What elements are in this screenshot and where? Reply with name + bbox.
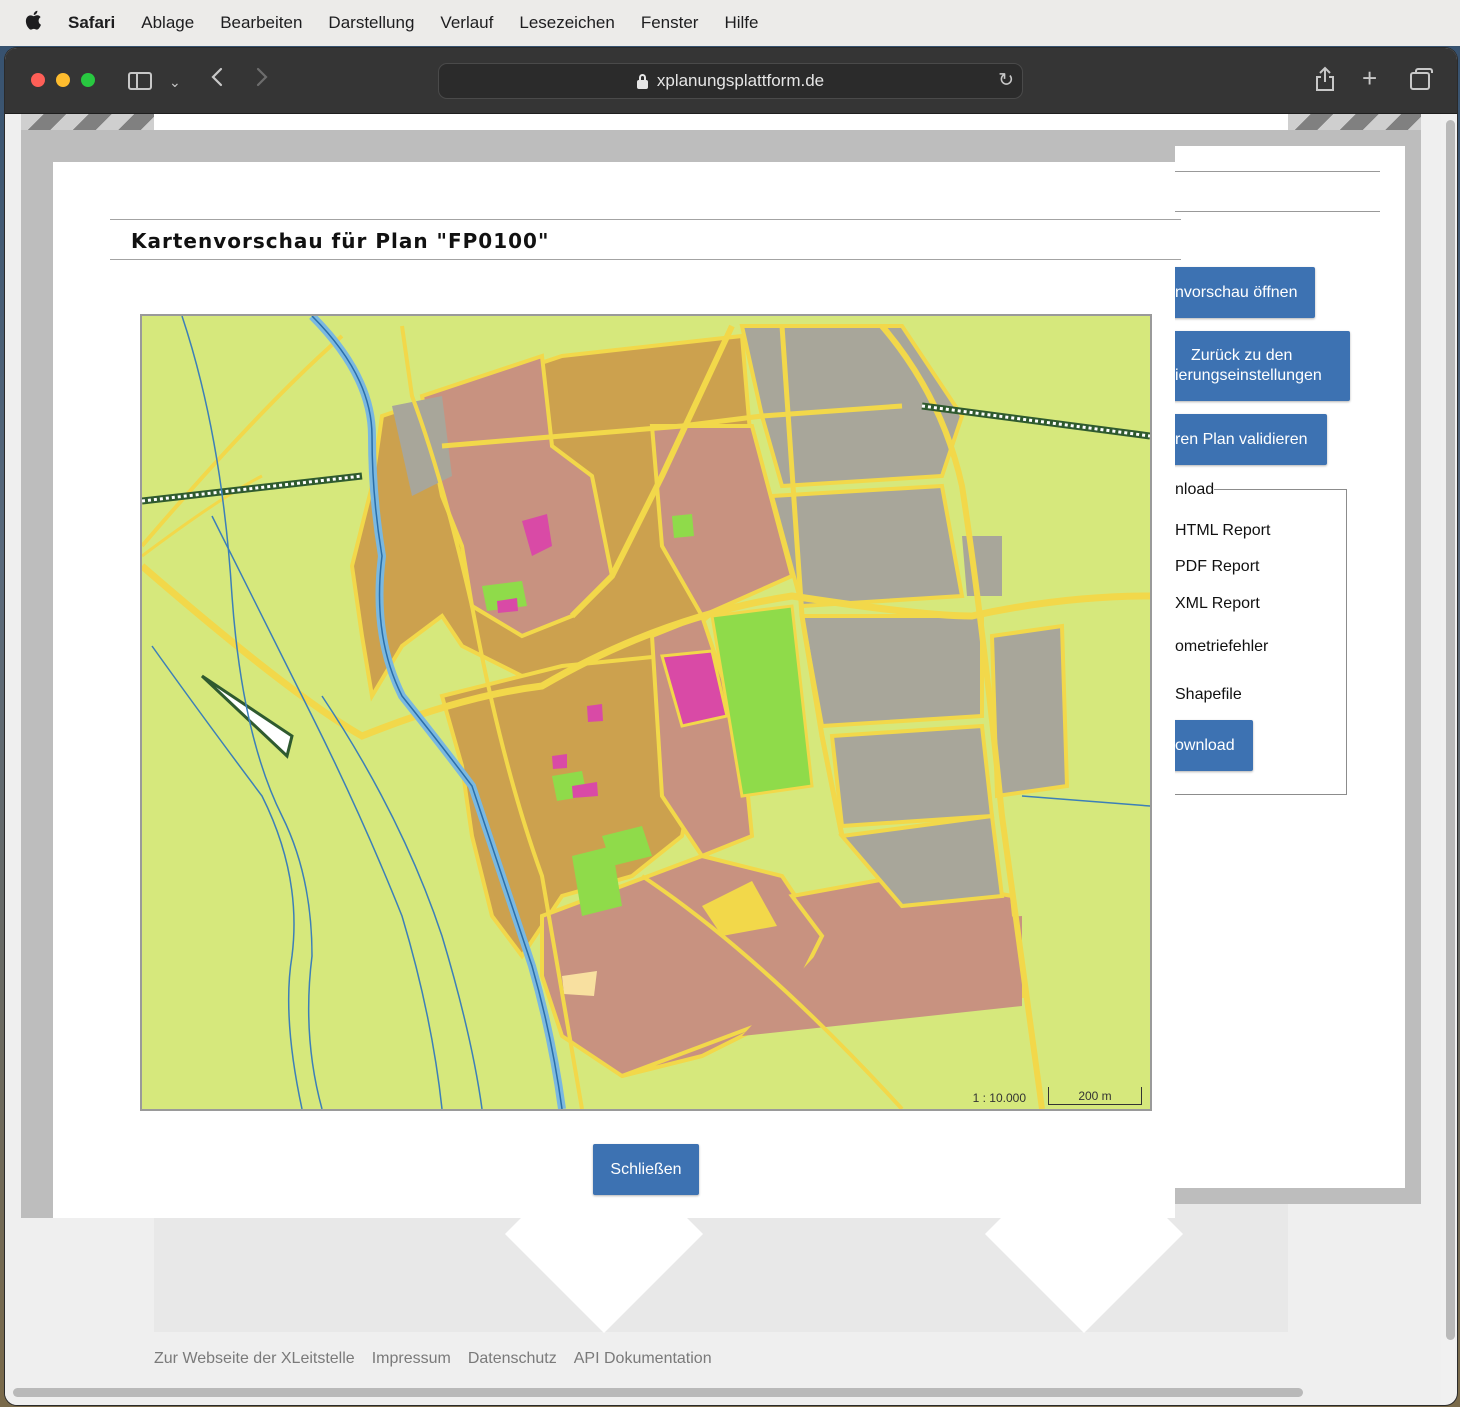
plan-map-graphic: [142, 316, 1150, 1109]
scale-bar: 200 m: [1048, 1087, 1142, 1105]
back-arrow-icon[interactable]: [210, 66, 224, 95]
forward-arrow-icon[interactable]: [255, 66, 269, 95]
new-tab-icon[interactable]: +: [1362, 64, 1377, 92]
browser-window: ⌄ xplanungsplattform.de ↻ + nvorschau öf…: [5, 48, 1457, 1405]
decorative-chevron-band: [154, 1135, 1288, 1333]
plan-map[interactable]: 1 : 10.000 200 m: [140, 314, 1152, 1111]
menu-verlauf[interactable]: Verlauf: [440, 13, 493, 33]
divider: [110, 259, 1181, 260]
divider: [110, 219, 1181, 220]
map-preview-modal: Kartenvorschau für Plan "FP0100" 1: 10.…: [53, 162, 1181, 1218]
footer-link-xleitstelle[interactable]: Zur Webseite der XLeitstelle: [154, 1350, 355, 1368]
footer-link-api-docs[interactable]: API Dokumentation: [574, 1350, 712, 1368]
vertical-scrollbar[interactable]: [1446, 120, 1455, 1340]
download-button[interactable]: ownload: [1165, 720, 1253, 771]
sidebar-toggle-icon[interactable]: [128, 72, 152, 90]
reload-icon[interactable]: ↻: [998, 69, 1014, 92]
decorative-stripes: [21, 114, 154, 130]
browser-toolbar: ⌄ xplanungsplattform.de ↻ +: [5, 48, 1457, 114]
open-map-preview-button[interactable]: nvorschau öffnen: [1165, 267, 1315, 318]
footer-link-datenschutz[interactable]: Datenschutz: [468, 1350, 557, 1368]
zoom-window-button[interactable]: [81, 73, 95, 87]
option-html-report[interactable]: HTML Report: [1175, 522, 1270, 540]
minimize-window-button[interactable]: [56, 73, 70, 87]
web-page: nvorschau öffnen Zurück zu den ierungsei…: [5, 114, 1441, 1405]
horizontal-scrollbar[interactable]: [13, 1388, 1303, 1397]
url-text: xplanungsplattform.de: [656, 71, 825, 90]
option-geometry-errors[interactable]: ometriefehler: [1175, 638, 1268, 656]
modal-overlay-frame: Kartenvorschau für Plan "FP0100" 1: 10.…: [21, 130, 1181, 1218]
macos-menu-bar: Safari Ablage Bearbeiten Darstellung Ver…: [0, 0, 1460, 46]
validate-plan-button[interactable]: ren Plan validieren: [1165, 414, 1327, 465]
menu-ablage[interactable]: Ablage: [141, 13, 194, 33]
back-button-line2: ierungseinstellungen: [1175, 367, 1322, 384]
address-bar[interactable]: xplanungsplattform.de ↻: [438, 63, 1023, 99]
option-shapefile[interactable]: Shapefile: [1175, 686, 1242, 704]
share-icon[interactable]: [1315, 66, 1335, 99]
chevron-down-icon[interactable]: ⌄: [169, 68, 181, 96]
option-xml-report[interactable]: XML Report: [1175, 595, 1260, 613]
scale-ratio: 1 : 10.000: [972, 1091, 1026, 1105]
menu-lesezeichen[interactable]: Lesezeichen: [519, 13, 614, 33]
divider: [1175, 211, 1380, 212]
footer-link-impressum[interactable]: Impressum: [372, 1350, 451, 1368]
menu-bearbeiten[interactable]: Bearbeiten: [220, 13, 302, 33]
footer-links: Zur Webseite der XLeitstelle Impressum D…: [154, 1350, 712, 1368]
lock-icon: [636, 73, 648, 89]
menu-darstellung[interactable]: Darstellung: [328, 13, 414, 33]
decorative-stripes: [1288, 114, 1421, 130]
tab-overview-icon[interactable]: [1410, 68, 1433, 90]
menu-hilfe[interactable]: Hilfe: [724, 13, 758, 33]
menu-fenster[interactable]: Fenster: [641, 13, 699, 33]
modal-title: Kartenvorschau für Plan "FP0100": [131, 229, 550, 253]
back-to-settings-button[interactable]: Zurück zu den ierungseinstellungen: [1165, 331, 1350, 401]
divider: [1175, 171, 1380, 172]
apple-icon[interactable]: [24, 9, 42, 37]
close-modal-button[interactable]: Schließen: [593, 1144, 699, 1195]
map-scale: 1 : 10.000 200 m: [973, 1087, 1142, 1105]
close-window-button[interactable]: [31, 73, 45, 87]
menu-safari[interactable]: Safari: [68, 13, 115, 33]
back-button-line1: Zurück zu den: [1191, 347, 1293, 364]
option-pdf-report[interactable]: PDF Report: [1175, 558, 1259, 576]
download-legend: nload: [1175, 481, 1215, 499]
